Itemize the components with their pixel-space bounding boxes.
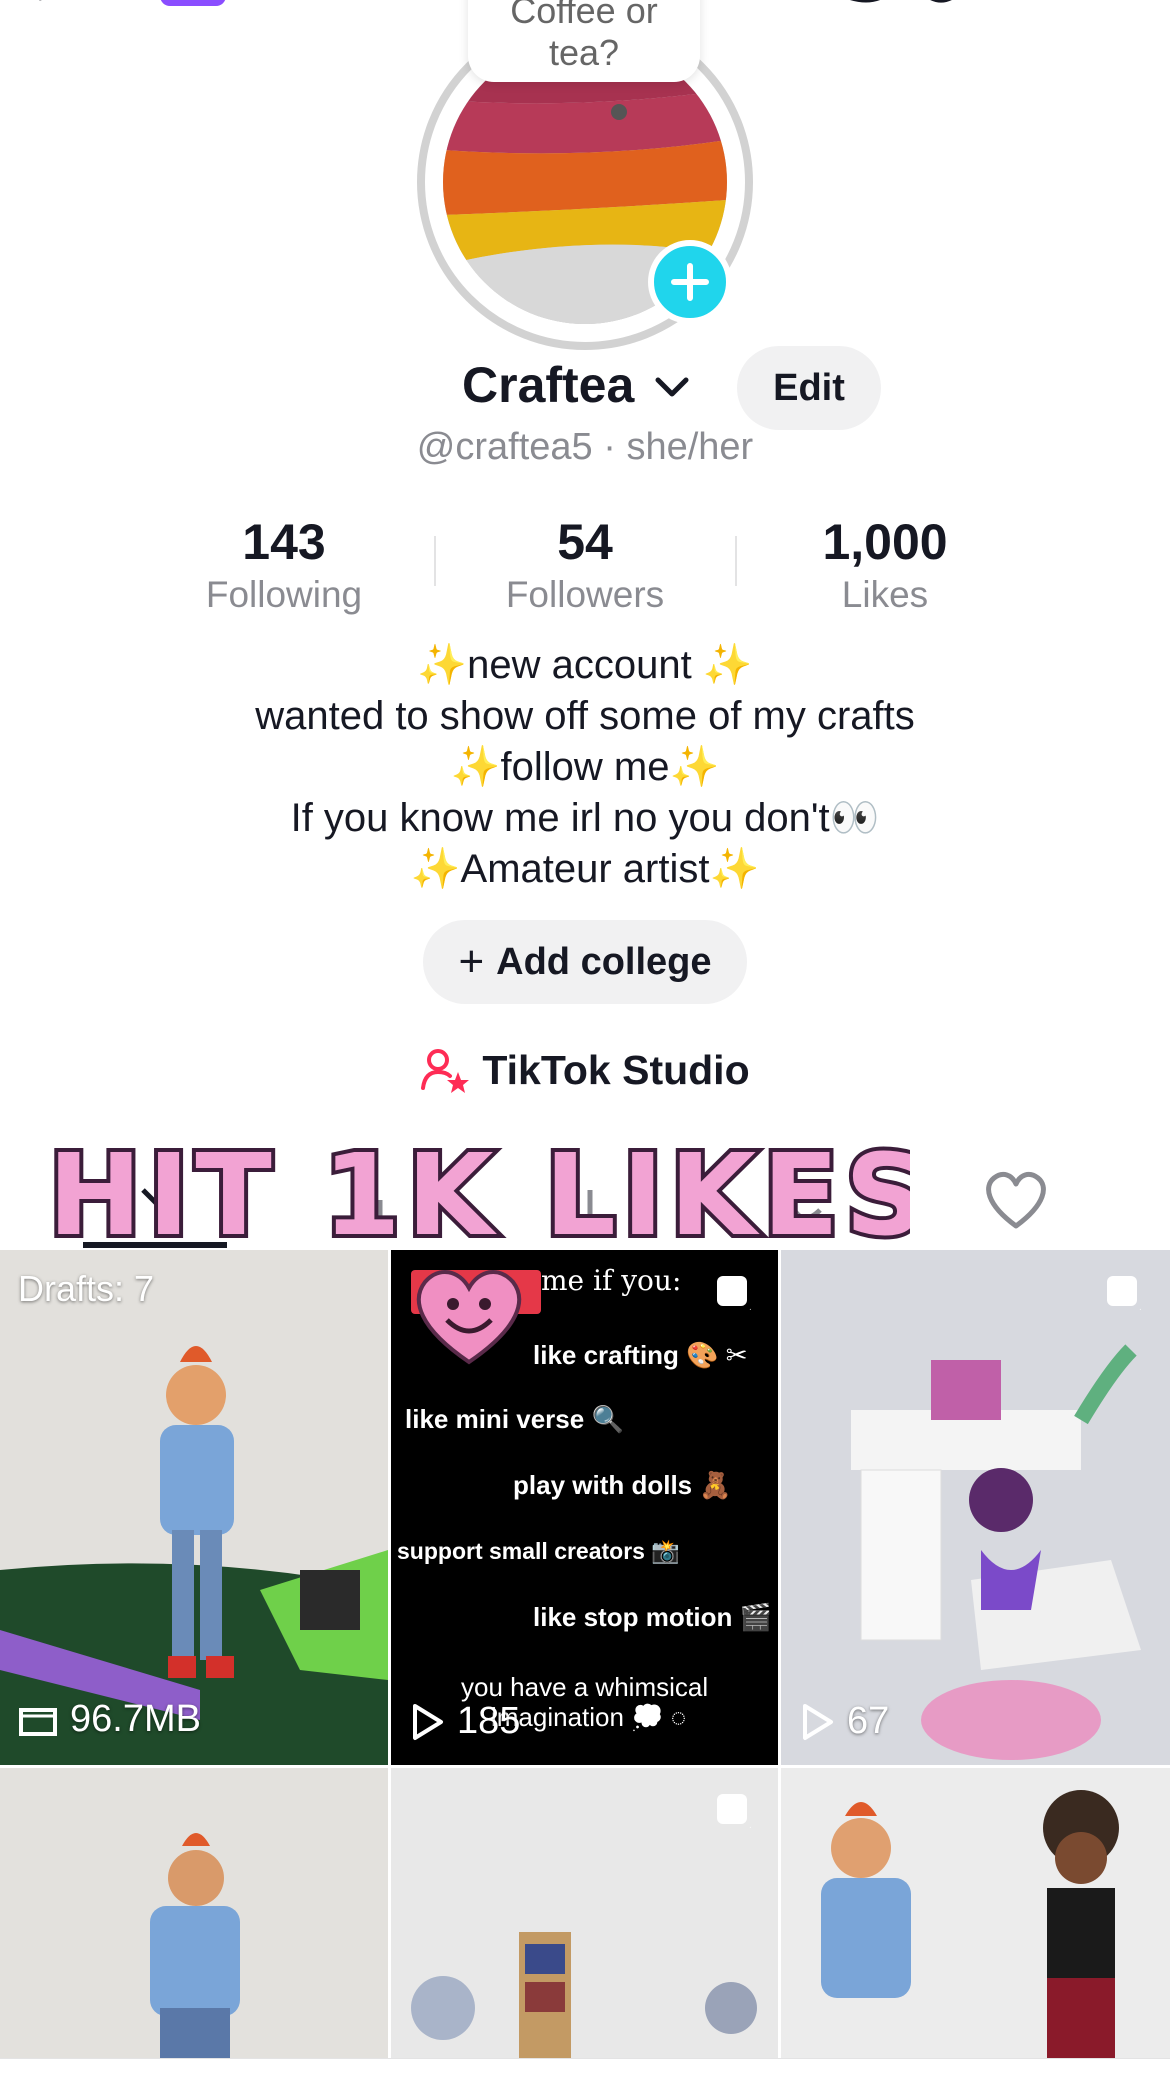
bottom-nav-bar: [0, 2058, 1170, 2081]
bio-line: follow me: [500, 745, 670, 789]
bio: ✨new account ✨ wanted to show off some o…: [0, 640, 1170, 895]
sparkles-icon: ✨: [669, 745, 720, 789]
note-bubble-dot: [611, 104, 627, 120]
video-image: [0, 1768, 388, 2058]
video-text-line: like stop motion 🎬: [533, 1602, 772, 1632]
stat-value: 143: [242, 514, 326, 570]
video-text-line: like crafting 🎨 ✂: [533, 1340, 748, 1370]
app-icon[interactable]: [160, 0, 226, 6]
stat-likes[interactable]: 1,000 Likes: [735, 512, 1035, 618]
note-bubble[interactable]: Coffee or tea?: [468, 0, 700, 82]
plus-icon: +: [458, 937, 485, 986]
video-thumbnail[interactable]: me if you: like crafting 🎨 ✂ like mini v…: [391, 1250, 778, 1765]
view-count-value: 185: [457, 1700, 521, 1742]
multi-video-icon: [717, 1276, 751, 1310]
stat-followers[interactable]: 54 Followers: [435, 512, 735, 618]
play-icon: [413, 1703, 443, 1740]
video-text-line: play with dolls 🧸: [513, 1470, 732, 1500]
username-pronouns: @craftea5 · she/her: [416, 426, 754, 468]
stat-label: Following: [205, 574, 363, 615]
play-icon: [803, 1703, 833, 1740]
view-count: 67: [799, 1700, 889, 1743]
stat-value: 1,000: [822, 514, 948, 570]
chevron-down-icon[interactable]: [652, 372, 692, 402]
sparkles-icon: ✨: [709, 847, 760, 891]
menu-icon[interactable]: [1060, 0, 1120, 4]
video-image: [781, 1250, 1170, 1765]
plus-icon: [671, 263, 709, 301]
sparkles-icon: ✨: [702, 643, 753, 687]
scribble-icon[interactable]: [830, 0, 1010, 10]
video-header-text: me if you:: [541, 1264, 682, 1297]
sparkles-icon: ✨: [410, 847, 461, 891]
multi-video-icon: [1107, 1276, 1141, 1310]
bio-line: If you know me irl no you don't: [290, 796, 830, 840]
tab-liked[interactable]: [976, 1160, 1056, 1240]
back-icon[interactable]: [30, 0, 110, 10]
view-count: 185: [409, 1700, 520, 1743]
smiley-heart-sticker: [409, 1258, 529, 1368]
add-college-button[interactable]: + Add college: [423, 920, 747, 1004]
stat-value: 54: [557, 514, 613, 570]
eyes-icon: 👀: [829, 796, 880, 840]
view-count-value: 67: [847, 1700, 890, 1742]
sticker-text: HIT 1K LIKES: [48, 1131, 910, 1258]
video-thumbnail[interactable]: 67: [781, 1250, 1170, 1765]
draft-thumbnail[interactable]: Drafts: 7 96.7MB: [0, 1250, 388, 1765]
bio-line: new account: [467, 643, 692, 687]
drafts-size: 96.7MB: [18, 1698, 201, 1741]
add-avatar-plus-button[interactable]: [648, 240, 732, 324]
multi-video-icon: [717, 1794, 751, 1828]
draft-video-image: [0, 1250, 388, 1765]
storage-icon: [19, 1707, 57, 1736]
drafts-count: Drafts: 7: [18, 1268, 155, 1309]
stat-label: Likes: [841, 574, 929, 615]
video-image: [781, 1768, 1170, 2058]
note-bubble-text: Coffee or tea?: [510, 0, 658, 73]
video-text-line: you have a whimsical: [461, 1672, 709, 1702]
video-thumbnail[interactable]: [391, 1768, 778, 2058]
display-name[interactable]: Craftea: [462, 356, 634, 414]
bio-line: wanted to show off some of my crafts: [255, 694, 915, 738]
hit-1k-likes-sticker: HIT 1K LIKES: [40, 1127, 930, 1265]
add-college-label: Add college: [496, 940, 712, 983]
stat-following[interactable]: 143 Following: [134, 512, 434, 618]
heart-outline-icon: [986, 1171, 1046, 1229]
sparkles-icon: ✨: [417, 643, 468, 687]
tiktok-studio-label: TikTok Studio: [482, 1046, 750, 1093]
video-thumbnail[interactable]: [0, 1768, 388, 2058]
drafts-size-value: 96.7MB: [70, 1698, 201, 1740]
sparkles-icon: ✨: [450, 745, 501, 789]
video-thumbnail[interactable]: [781, 1768, 1170, 2058]
video-text-line: support small creators 📸: [397, 1538, 680, 1564]
stat-label: Followers: [505, 574, 665, 615]
edit-profile-button[interactable]: Edit: [737, 346, 881, 430]
tiktok-studio-link[interactable]: TikTok Studio: [0, 1040, 1170, 1100]
video-text-line: like mini verse 🔍: [405, 1404, 624, 1434]
bio-line: Amateur artist: [460, 847, 710, 891]
creator-star-icon: [421, 1049, 470, 1093]
